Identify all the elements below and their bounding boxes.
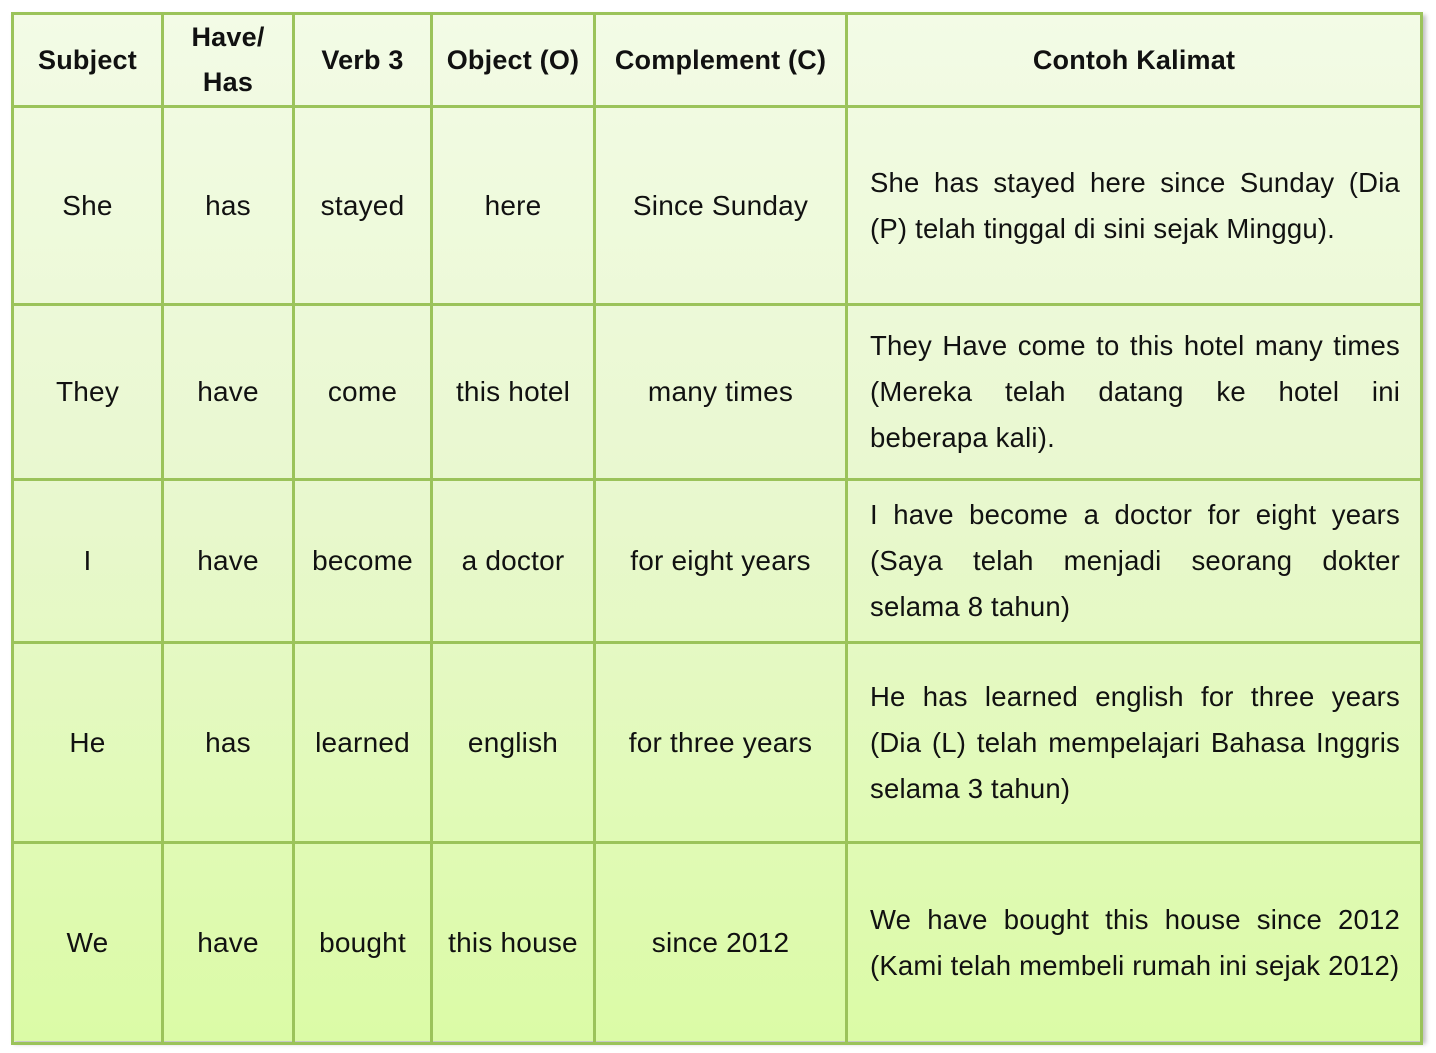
header-have-has-label: Have/ Has <box>191 22 265 97</box>
cell-complement: Since Sunday <box>593 105 848 306</box>
header-verb3: Verb 3 <box>292 12 433 108</box>
cell-verb3: become <box>292 478 433 644</box>
cell-verb3: stayed <box>292 105 433 306</box>
cell-verb3: come <box>292 303 433 481</box>
cell-have-has: have <box>161 478 295 644</box>
cell-complement: many times <box>593 303 848 481</box>
table-row: We have bought this house since 2012 We … <box>11 841 1423 1045</box>
cell-subject: I <box>11 478 164 644</box>
cell-example: He has learned english for three years (… <box>845 641 1423 844</box>
cell-subject: She <box>11 105 164 306</box>
grammar-table: Subject Have/ Has Verb 3 Object (O) Comp… <box>11 12 1423 1045</box>
cell-have-has: has <box>161 105 295 306</box>
cell-object: english <box>430 641 596 844</box>
table-row: He has learned english for three years H… <box>11 641 1423 844</box>
header-subject: Subject <box>11 12 164 108</box>
cell-example: They Have come to this hotel many times … <box>845 303 1423 481</box>
cell-object: a doctor <box>430 478 596 644</box>
table-row: I have become a doctor for eight years I… <box>11 478 1423 644</box>
cell-complement: for eight years <box>593 478 848 644</box>
header-row: Subject Have/ Has Verb 3 Object (O) Comp… <box>11 12 1423 108</box>
cell-example: I have become a doctor for eight years (… <box>845 478 1423 644</box>
cell-have-has: have <box>161 303 295 481</box>
header-have-has: Have/ Has <box>161 12 295 108</box>
cell-subject: He <box>11 641 164 844</box>
header-complement: Complement (C) <box>593 12 848 108</box>
cell-object: this hotel <box>430 303 596 481</box>
cell-complement: since 2012 <box>593 841 848 1045</box>
cell-have-has: has <box>161 641 295 844</box>
table-row: She has stayed here Since Sunday She has… <box>11 105 1423 306</box>
cell-object: here <box>430 105 596 306</box>
header-example: Contoh Kalimat <box>845 12 1423 108</box>
cell-complement: for three years <box>593 641 848 844</box>
header-object: Object (O) <box>430 12 596 108</box>
cell-verb3: bought <box>292 841 433 1045</box>
cell-subject: They <box>11 303 164 481</box>
present-perfect-table: Subject Have/ Has Verb 3 Object (O) Comp… <box>11 12 1423 1045</box>
cell-example: We have bought this house since 2012 (Ka… <box>845 841 1423 1045</box>
cell-verb3: learned <box>292 641 433 844</box>
cell-have-has: have <box>161 841 295 1045</box>
cell-example: She has stayed here since Sunday (Dia (P… <box>845 105 1423 306</box>
cell-object: this house <box>430 841 596 1045</box>
cell-subject: We <box>11 841 164 1045</box>
table-row: They have come this hotel many times The… <box>11 303 1423 481</box>
